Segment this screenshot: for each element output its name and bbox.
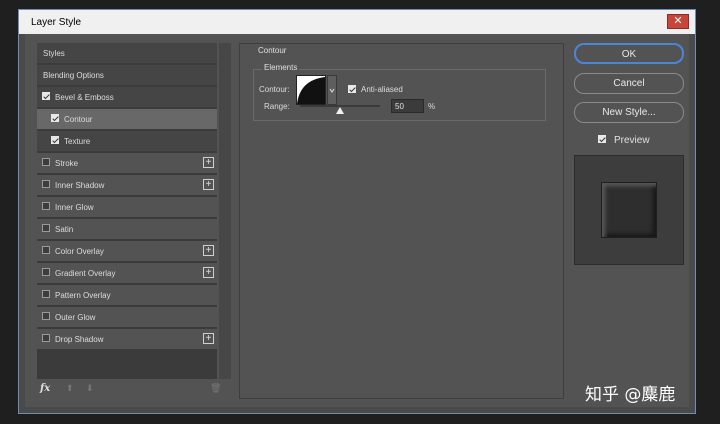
style-item-label: Styles (43, 49, 65, 58)
style-item-styles[interactable]: Styles (37, 43, 217, 64)
style-item-drop-shadow[interactable]: Drop Shadow + (37, 329, 217, 350)
style-item-label: Bevel & Emboss (55, 93, 114, 102)
styles-list: Styles Blending Options Bevel & Emboss C… (37, 43, 217, 379)
style-item-stroke[interactable]: Stroke + (37, 153, 217, 174)
elements-group: Elements Contour: Anti-aliased (253, 63, 546, 121)
style-item-label: Color Overlay (55, 247, 104, 256)
preview-square (601, 182, 657, 238)
inner-shadow-checkbox[interactable] (42, 180, 50, 188)
style-item-label: Blending Options (43, 71, 104, 80)
new-style-label: New Style... (602, 107, 656, 118)
add-stroke-icon[interactable]: + (203, 157, 214, 168)
watermark-text: 知乎 @麋鹿 (585, 385, 676, 405)
dialog-title: Layer Style (31, 17, 82, 28)
close-button[interactable]: ✕ (667, 14, 689, 29)
style-item-label: Contour (64, 115, 93, 124)
style-item-label: Inner Glow (55, 203, 94, 212)
range-unit: % (428, 102, 436, 111)
style-item-contour[interactable]: Contour (37, 109, 217, 130)
style-item-color-overlay[interactable]: Color Overlay + (37, 241, 217, 262)
cancel-button[interactable]: Cancel (574, 73, 684, 94)
style-item-gradient-overlay[interactable]: Gradient Overlay + (37, 263, 217, 284)
style-item-label: Gradient Overlay (55, 269, 116, 278)
texture-checkbox[interactable] (51, 136, 59, 144)
range-input[interactable]: 50 (391, 99, 424, 113)
contour-label: Contour: (259, 85, 290, 94)
preview-thumbnail (574, 155, 684, 265)
group-title: Elements (262, 63, 300, 72)
ok-button[interactable]: OK (574, 43, 684, 64)
chevron-down-icon (329, 88, 335, 93)
fx-icon[interactable]: fx (40, 383, 50, 394)
range-slider[interactable] (300, 105, 380, 114)
style-item-label: Satin (55, 225, 74, 234)
dialog-body: Styles Blending Options Bevel & Emboss C… (25, 34, 689, 407)
stroke-checkbox[interactable] (42, 158, 50, 166)
drop-shadow-checkbox[interactable] (42, 334, 50, 342)
style-item-inner-glow[interactable]: Inner Glow (37, 197, 217, 218)
trash-icon[interactable]: 🗑 (210, 383, 221, 394)
style-item-satin[interactable]: Satin (37, 219, 217, 240)
pattern-overlay-checkbox[interactable] (42, 290, 50, 298)
contour-dropdown[interactable] (327, 75, 337, 105)
style-item-label: Outer Glow (55, 313, 96, 322)
new-style-button[interactable]: New Style... (574, 102, 684, 123)
move-up-icon[interactable]: ⬆ (66, 383, 74, 394)
style-item-outer-glow[interactable]: Outer Glow (37, 307, 217, 328)
style-item-inner-shadow[interactable]: Inner Shadow + (37, 175, 217, 196)
add-inner-shadow-icon[interactable]: + (203, 179, 214, 190)
ok-label: OK (621, 49, 637, 60)
range-value: 50 (395, 102, 404, 111)
bevel-emboss-checkbox[interactable] (42, 92, 50, 100)
preview-label: Preview (614, 135, 650, 146)
cancel-label: Cancel (613, 78, 645, 89)
add-gradient-overlay-icon[interactable]: + (203, 267, 214, 278)
style-item-bevel-emboss[interactable]: Bevel & Emboss (37, 87, 217, 108)
style-item-texture[interactable]: Texture (37, 131, 217, 152)
contour-panel: Contour Elements Contour: Anti-aliased R… (239, 43, 564, 399)
section-title: Contour (256, 46, 289, 55)
style-item-label: Stroke (55, 159, 79, 168)
style-item-blending-options[interactable]: Blending Options (37, 65, 217, 86)
gradient-overlay-checkbox[interactable] (42, 268, 50, 276)
range-slider-thumb[interactable] (336, 107, 344, 114)
style-item-label: Inner Shadow (55, 181, 105, 190)
layer-style-dialog: Layer Style ✕ Styles Blending Options Be… (18, 9, 696, 414)
style-item-label: Drop Shadow (55, 335, 104, 344)
anti-aliased-label: Anti-aliased (361, 85, 403, 94)
close-icon: ✕ (673, 15, 683, 27)
contour-curve-icon (297, 77, 325, 104)
title-bar: Layer Style ✕ (19, 10, 695, 34)
inner-glow-checkbox[interactable] (42, 202, 50, 210)
range-label: Range: (264, 102, 290, 111)
color-overlay-checkbox[interactable] (42, 246, 50, 254)
move-down-icon[interactable]: ⬇ (86, 383, 94, 394)
outer-glow-checkbox[interactable] (42, 312, 50, 320)
satin-checkbox[interactable] (42, 224, 50, 232)
preview-checkbox[interactable] (598, 135, 606, 143)
add-color-overlay-icon[interactable]: + (203, 245, 214, 256)
styles-list-toolbar: fx ⬆ ⬇ 🗑 (37, 381, 231, 399)
contour-checkbox[interactable] (51, 114, 59, 122)
contour-curve-picker[interactable] (296, 75, 326, 105)
add-drop-shadow-icon[interactable]: + (203, 333, 214, 344)
style-item-label: Texture (64, 137, 91, 146)
anti-aliased-checkbox[interactable] (348, 85, 356, 93)
style-item-label: Pattern Overlay (55, 291, 111, 300)
style-item-pattern-overlay[interactable]: Pattern Overlay (37, 285, 217, 306)
styles-list-scrollbar[interactable] (219, 43, 231, 379)
